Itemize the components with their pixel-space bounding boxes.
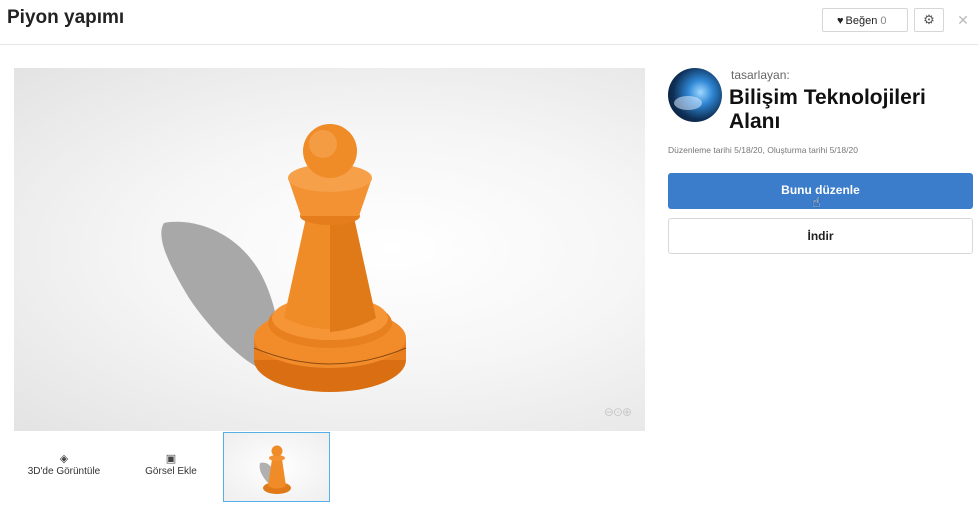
thumbnail-pawn: [259, 445, 291, 494]
view-3d-button[interactable]: ◈ 3D'de Görüntüle: [14, 452, 114, 477]
viewer-controls[interactable]: ⊖⊙⊕: [604, 405, 632, 419]
view-3d-label: 3D'de Görüntüle: [27, 466, 101, 477]
close-button[interactable]: ✕: [954, 9, 972, 31]
add-image-button[interactable]: ▣ Görsel Ekle: [121, 452, 221, 477]
pawn-head-highlight: [309, 130, 337, 158]
download-button[interactable]: İndir: [668, 218, 973, 254]
like-label: Beğen: [845, 15, 878, 27]
add-image-label: Görsel Ekle: [145, 466, 197, 477]
gear-icon: ⚙: [923, 12, 935, 27]
avatar[interactable]: [668, 68, 722, 122]
like-button[interactable]: ♥ Beğen 0: [822, 8, 908, 32]
page-title: Piyon yapımı: [7, 7, 125, 28]
image-icon: ▣: [165, 453, 177, 465]
header-bar: Piyon yapımı ♥ Beğen 0 ⚙ ✕: [0, 0, 978, 45]
pawn-body-shade: [330, 213, 376, 332]
model-thumbnail[interactable]: [223, 432, 330, 502]
cube-icon: ◈: [59, 453, 69, 465]
like-count: 0: [880, 15, 887, 27]
heart-icon: ♥: [837, 15, 844, 27]
designer-by-label: tasarlayan:: [731, 68, 790, 82]
settings-button[interactable]: ⚙: [914, 8, 944, 32]
hand-cursor-icon: ☝: [812, 194, 821, 210]
close-icon: ✕: [957, 12, 969, 28]
pawn-model-render: [161, 124, 407, 392]
dates-text: Düzenleme tarihi 5/18/20, Oluşturma tari…: [668, 145, 858, 155]
designer-name[interactable]: Bilişim Teknolojileri Alanı: [729, 86, 978, 134]
model-viewer[interactable]: ⊖⊙⊕: [14, 68, 645, 431]
